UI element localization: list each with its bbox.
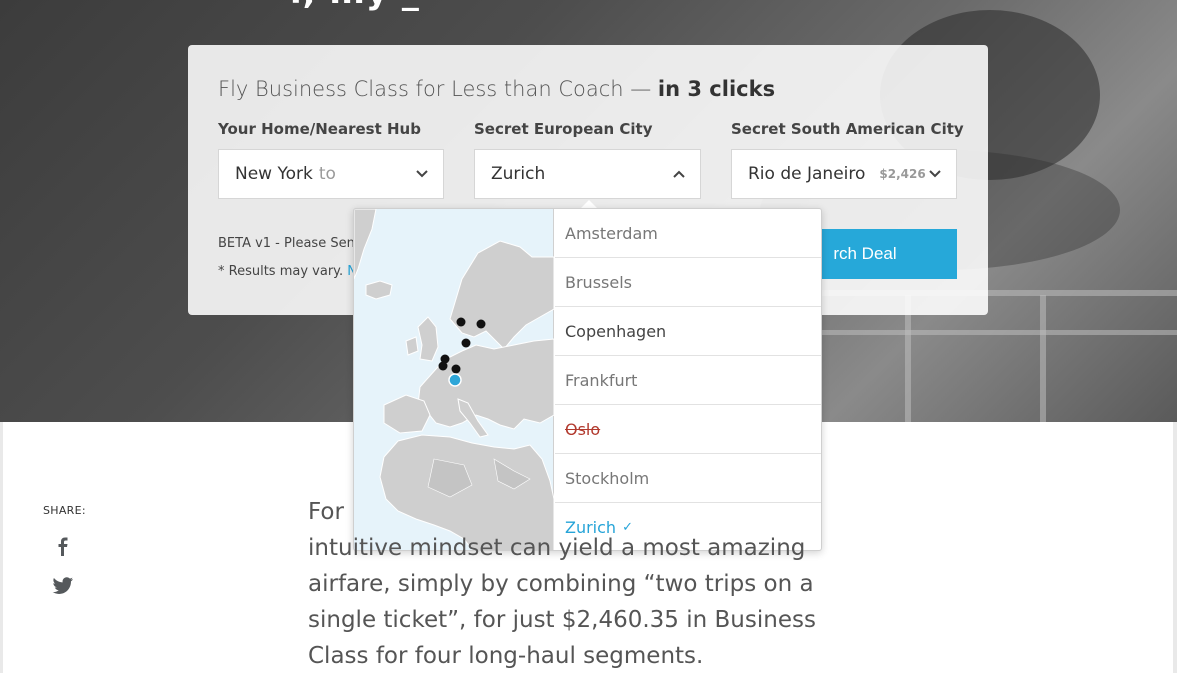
hero-title: l, my _ <box>290 0 420 12</box>
city-option-amsterdam[interactable]: Amsterdam <box>555 209 821 258</box>
facebook-icon[interactable] <box>55 536 71 556</box>
headline-text: Fly Business Class for Less than Coach — <box>218 77 652 101</box>
city-option-label: Stockholm <box>565 468 650 488</box>
article-intro: For intuitive mindset can yield a most a… <box>308 494 828 673</box>
city-option-label: Oslo <box>565 419 601 439</box>
page-edge <box>1173 422 1177 673</box>
city-option-brussels[interactable]: Brussels <box>555 258 821 307</box>
city-option-label: Frankfurt <box>565 370 638 390</box>
beta-note: BETA v1 - Please Send <box>218 236 364 251</box>
european-city-select[interactable]: Zurich <box>474 149 701 199</box>
city-option-label: Brussels <box>565 272 632 292</box>
share-label: SHARE: <box>43 504 86 517</box>
article-line: airfare, simply by combining “two trips … <box>308 571 814 597</box>
map-marker-frankfurt[interactable] <box>451 364 461 374</box>
map-marker-oslo[interactable] <box>456 317 466 327</box>
home-hub-value: New York <box>235 164 313 184</box>
south-american-city-value: Rio de Janeiro <box>748 164 866 184</box>
european-city-label: Secret European City <box>474 120 653 138</box>
city-option-oslo-unavailable[interactable]: Oslo <box>555 405 821 454</box>
chevron-down-icon <box>416 170 428 178</box>
chevron-down-icon <box>929 170 941 178</box>
south-american-city-select[interactable]: Rio de Janeiro $2,426 <box>731 149 957 199</box>
home-hub-select[interactable]: New York to <box>218 149 444 199</box>
article-line: intuitive mindset can yield a most amazi… <box>308 535 806 561</box>
chevron-up-icon <box>673 170 685 178</box>
european-city-value: Zurich <box>491 164 546 184</box>
map-marker-zurich-selected[interactable] <box>448 373 462 387</box>
article-line: Class for four long-haul segments. <box>308 643 704 669</box>
map-marker-brussels[interactable] <box>438 361 448 371</box>
hero-photo-rail <box>800 330 1177 335</box>
city-option-label: Copenhagen <box>565 321 667 341</box>
headline-emphasis: in 3 clicks <box>657 77 776 101</box>
results-note: * Results may vary. N <box>218 264 357 279</box>
map-marker-stockholm[interactable] <box>476 319 486 329</box>
article-line: single ticket”, for just $2,460.35 in Bu… <box>308 607 816 633</box>
twitter-icon[interactable] <box>52 576 74 596</box>
results-note-text: * Results may vary. <box>218 264 344 279</box>
home-hub-label: Your Home/Nearest Hub <box>218 120 421 138</box>
city-option-label: Amsterdam <box>565 223 658 243</box>
city-option-copenhagen[interactable]: Copenhagen <box>555 307 821 356</box>
hero-photo-rail <box>1040 295 1046 422</box>
home-hub-suffix: to <box>318 164 336 184</box>
map-marker-copenhagen[interactable] <box>461 338 471 348</box>
price-badge: $2,426 <box>879 167 926 181</box>
article-line: For <box>308 499 344 525</box>
city-option-frankfurt[interactable]: Frankfurt <box>555 356 821 405</box>
south-american-city-label: Secret South American City <box>731 120 964 138</box>
panel-headline: Fly Business Class for Less than Coach —… <box>218 77 775 101</box>
page-edge <box>0 422 3 673</box>
